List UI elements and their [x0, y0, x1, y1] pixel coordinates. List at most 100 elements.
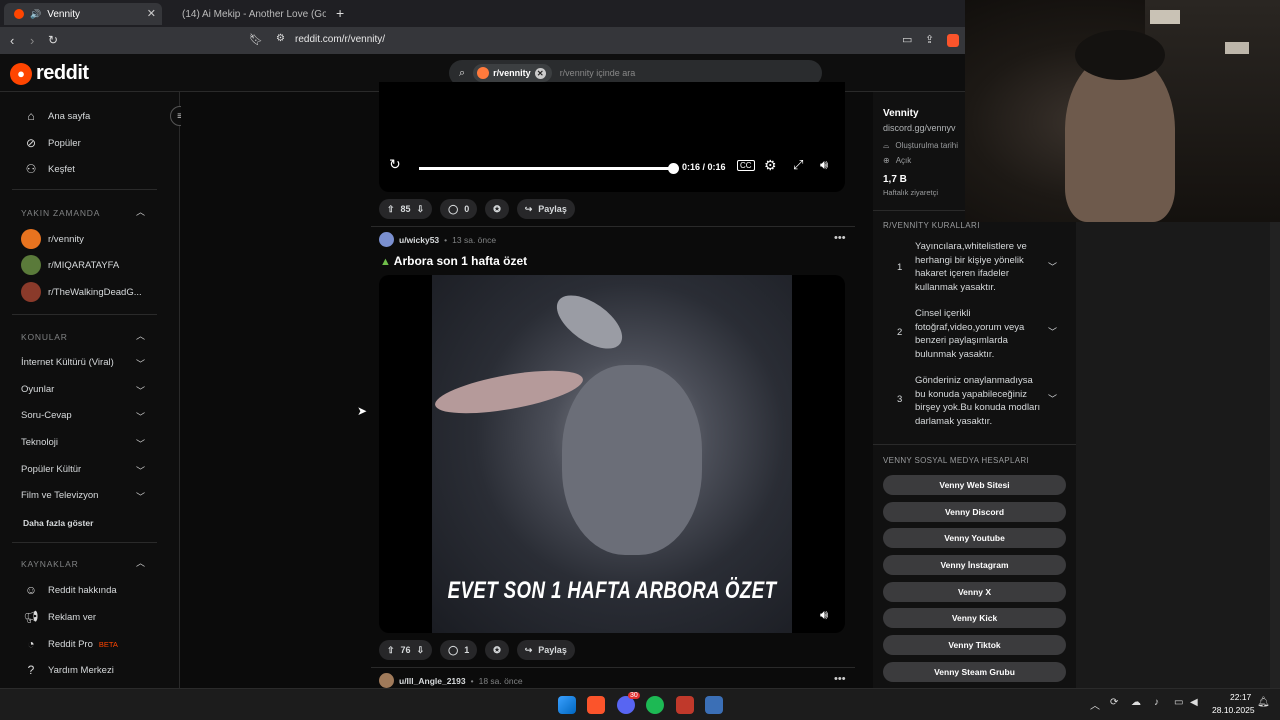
community-link[interactable]: discord.gg/vennyv	[883, 123, 956, 133]
progress-knob[interactable]	[668, 163, 679, 174]
topic-qa[interactable]: Soru-Cevap	[21, 410, 72, 421]
comments-button[interactable]: ◯ 1	[440, 640, 478, 660]
back-icon[interactable]: ‹	[10, 33, 14, 48]
url-field[interactable]: reddit.com/r/vennity/	[295, 34, 385, 45]
topic-technology[interactable]: Teknoloji	[21, 437, 58, 448]
spotify-icon[interactable]	[646, 696, 664, 714]
recent-vennity[interactable]: r/vennity	[21, 229, 84, 249]
rule-2[interactable]: 2 Cinsel içerikli fotoğraf,video,yorum v…	[873, 305, 1076, 367]
resource-reddit-pro[interactable]: ◔ Reddit Pro BETA	[24, 637, 118, 651]
downvote-icon[interactable]: ⇩	[417, 204, 425, 215]
more-options-icon[interactable]: •••	[834, 673, 846, 685]
social-kick-button[interactable]: Venny Kick	[883, 608, 1066, 628]
topic-film-tv[interactable]: Film ve Televizyon	[21, 490, 98, 501]
tab-vennity[interactable]: 🔊 Vennity ✕	[4, 3, 162, 25]
post-author[interactable]: u/wicky53	[399, 235, 439, 245]
nav-popular[interactable]: ⊘ Popüler	[24, 136, 81, 150]
social-steam-button[interactable]: Venny Steam Grubu	[883, 662, 1066, 682]
brave-shield-icon[interactable]	[947, 34, 959, 47]
reload-icon[interactable]: ↻	[48, 33, 58, 47]
sync-icon[interactable]: ⟳	[1110, 697, 1118, 708]
app-icon[interactable]	[676, 696, 694, 714]
resource-advertise[interactable]: 📢︎ Reklam ver	[23, 610, 96, 624]
topics-heading[interactable]: KONULAR	[21, 332, 68, 342]
chevron-up-icon[interactable]: ︿	[136, 205, 145, 218]
site-settings-icon[interactable]: ⚙	[276, 33, 285, 44]
replay-icon[interactable]: ↻	[389, 156, 401, 173]
topic-pop-culture[interactable]: Popüler Kültür	[21, 464, 81, 475]
settings-icon[interactable]: ⚙	[764, 157, 777, 174]
progress-track[interactable]	[419, 167, 673, 170]
steam-icon[interactable]	[705, 696, 723, 714]
share-button[interactable]: ↪ Paylaş	[516, 199, 575, 219]
volume-icon[interactable]: ◀	[1190, 697, 1198, 708]
nav-explore[interactable]: ⚇ Keşfet	[24, 162, 75, 176]
post-title[interactable]: ▲ Arbora son 1 hafta özet	[380, 254, 527, 268]
chevron-down-icon[interactable]: ﹀	[1048, 392, 1057, 405]
page-scrollbar[interactable]	[1270, 222, 1280, 688]
volume-icon[interactable]: 🔊︎	[820, 157, 828, 173]
clock-time[interactable]: 22:17	[1230, 692, 1251, 702]
chevron-down-icon[interactable]: ﹀	[136, 464, 145, 477]
social-instagram-button[interactable]: Venny İnstagram	[883, 555, 1066, 575]
tab-youtube[interactable]: (14) Ai Mekip - Another Love (Gogolii	[166, 3, 326, 25]
cast-icon[interactable]: ▭	[902, 33, 912, 46]
search-scope-chip[interactable]: r/vennity ✕	[473, 64, 552, 82]
chevron-down-icon[interactable]: ﹀	[136, 437, 145, 450]
chevron-down-icon[interactable]: ﹀	[136, 410, 145, 423]
award-button[interactable]: ✪	[485, 640, 509, 660]
brave-browser-icon[interactable]	[587, 696, 605, 714]
chevron-up-icon[interactable]: ︿	[136, 329, 145, 342]
topic-games[interactable]: Oyunlar	[21, 384, 54, 395]
user-avatar[interactable]	[379, 673, 394, 688]
topic-internet-culture[interactable]: İnternet Kültürü (Viral)	[21, 357, 114, 368]
social-discord-button[interactable]: Venny Discord	[883, 502, 1066, 522]
resource-help[interactable]: ? Yardım Merkezi	[24, 663, 114, 677]
more-options-icon[interactable]: •••	[834, 232, 846, 244]
chevron-down-icon[interactable]: ﹀	[1048, 260, 1057, 273]
chevron-down-icon[interactable]: ﹀	[136, 384, 145, 397]
microphone-icon[interactable]: ♪	[1154, 697, 1159, 708]
chevron-down-icon[interactable]: ﹀	[136, 490, 145, 503]
post2-video[interactable]: EVET SON 1 HAFTA ARBORA ÖZET 🔊︎	[379, 275, 845, 633]
bookmark-icon[interactable]: 🔖︎	[249, 33, 263, 46]
resources-heading[interactable]: KAYNAKLAR	[21, 559, 79, 569]
comments-button[interactable]: ◯ 0	[440, 199, 478, 219]
downvote-icon[interactable]: ⇩	[417, 645, 425, 656]
captions-icon[interactable]: CC	[737, 160, 755, 171]
upvote-icon[interactable]: ⇧	[387, 645, 395, 656]
chevron-down-icon[interactable]: ﹀	[1048, 325, 1057, 338]
notification-bell-icon[interactable]: 🔔︎	[1257, 697, 1270, 708]
chevron-down-icon[interactable]: ﹀	[136, 357, 145, 370]
show-more-link[interactable]: Daha fazla göster	[23, 518, 93, 528]
social-tiktok-button[interactable]: Venny Tiktok	[883, 635, 1066, 655]
social-youtube-button[interactable]: Venny Youtube	[883, 528, 1066, 548]
chevron-up-icon[interactable]: ︿	[136, 556, 145, 569]
recent-heading[interactable]: YAKIN ZAMANDA	[21, 208, 100, 218]
close-tab-icon[interactable]: ✕	[147, 7, 156, 20]
recent-twd[interactable]: r/TheWalkingDeadG...	[21, 282, 142, 302]
social-website-button[interactable]: Venny Web Sitesi	[883, 475, 1066, 495]
award-button[interactable]: ✪	[485, 199, 509, 219]
volume-icon[interactable]: 🔊︎	[820, 607, 828, 623]
forward-icon[interactable]: ›	[30, 33, 34, 48]
search-input[interactable]: r/vennity içinde ara	[560, 68, 636, 78]
nav-home[interactable]: ⌂ Ana sayfa	[24, 109, 90, 123]
reddit-logo[interactable]: ● reddit	[10, 62, 89, 85]
share-icon[interactable]: ⇪	[925, 33, 934, 46]
network-icon[interactable]: ▭	[1174, 697, 1183, 708]
chevron-up-icon[interactable]: ︿	[1090, 697, 1100, 712]
rule-1[interactable]: 1 Yayıncılara,whitelistlere ve herhangi …	[873, 238, 1076, 300]
windows-start-icon[interactable]	[558, 696, 576, 714]
social-x-button[interactable]: Venny X	[883, 582, 1066, 602]
resource-about[interactable]: ☺ Reddit hakkında	[24, 583, 117, 597]
cloud-icon[interactable]: ☁	[1131, 697, 1141, 708]
fullscreen-icon[interactable]: ⤢	[793, 157, 803, 173]
video-player[interactable]: ↻ 0:16 / 0:16 CC ⚙ ⤢ 🔊︎	[379, 82, 845, 192]
user-avatar[interactable]	[379, 232, 394, 247]
share-button[interactable]: ↪ Paylaş	[516, 640, 575, 660]
clear-chip-icon[interactable]: ✕	[534, 67, 546, 79]
new-tab-button[interactable]: +	[336, 5, 344, 21]
post-author[interactable]: u/Ill_Angle_2193	[399, 676, 466, 686]
rule-3[interactable]: 3 Gönderiniz onaylanmadıysa bu konuda ya…	[873, 372, 1076, 434]
